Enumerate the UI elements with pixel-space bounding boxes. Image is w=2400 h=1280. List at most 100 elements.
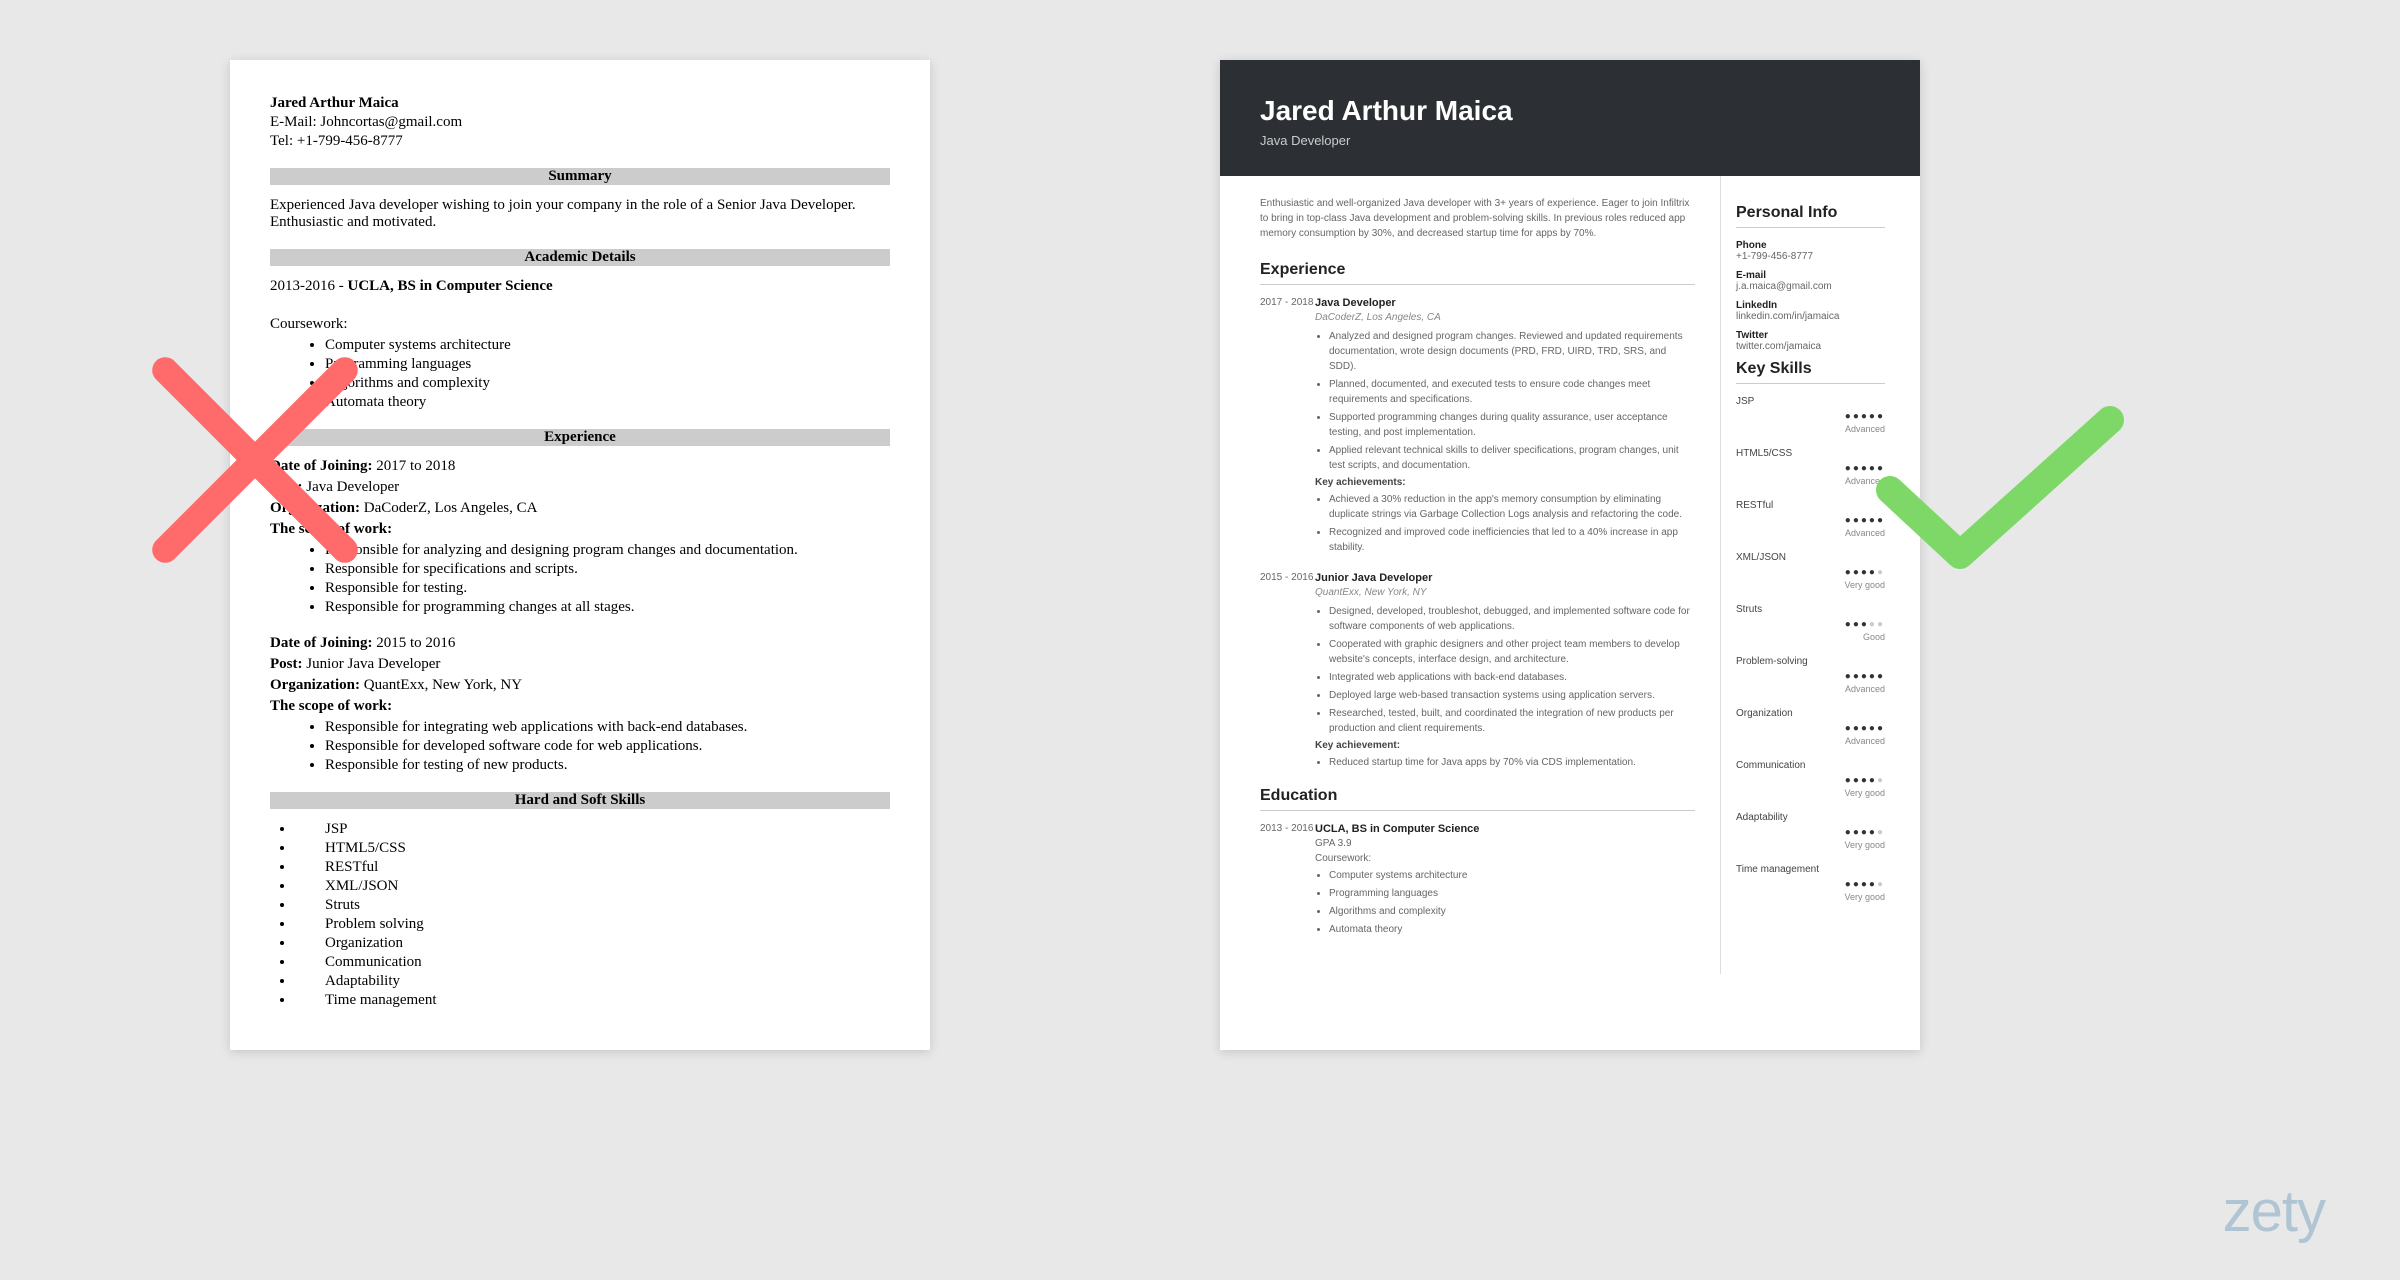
list-item: Programming languages: [1329, 886, 1695, 901]
skill-level: Advanced: [1736, 736, 1885, 746]
list-item: Programming languages: [325, 356, 890, 373]
list-item: Integrated web applications with back-en…: [1329, 670, 1695, 685]
skill-name: Organization: [1736, 708, 1885, 719]
info-value: +1-799-456-8777: [1736, 251, 1885, 262]
list-item: Cooperated with graphic designers and ot…: [1329, 637, 1695, 667]
info-value: j.a.maica@gmail.com: [1736, 281, 1885, 292]
edu-degree: UCLA, BS in Computer Science: [1315, 823, 1695, 835]
skill-item: Adaptability●●●●●Very good: [1736, 812, 1885, 850]
name: Jared Arthur Maica: [270, 95, 890, 112]
key-achievements: Reduced startup time for Java apps by 70…: [1329, 755, 1695, 770]
personal-info-heading: Personal Info: [1736, 204, 1885, 228]
list-item: Supported programming changes during qua…: [1329, 410, 1695, 440]
list-item: Applied relevant technical skills to del…: [1329, 443, 1695, 473]
list-item: Computer systems architecture: [1329, 868, 1695, 883]
edu-cw-label: Coursework:: [1315, 853, 1695, 864]
job-title: Junior Java Developer: [1315, 572, 1695, 584]
skill-dots: ●●●●●: [1736, 879, 1885, 890]
job1-org: Organization: DaCoderZ, Los Angeles, CA: [270, 500, 890, 517]
job1-bullets: Responsible for analyzing and designing …: [325, 542, 890, 616]
job2-org: Organization: QuantExx, New York, NY: [270, 677, 890, 694]
skill-name: Struts: [1736, 604, 1885, 615]
job-dates: 2017 - 2018: [1260, 297, 1315, 558]
education-entry: 2013 - 2016 UCLA, BS in Computer Science…: [1260, 823, 1695, 940]
list-item: Responsible for integrating web applicat…: [325, 719, 890, 736]
skill-dots: ●●●●●: [1736, 827, 1885, 838]
skills-list: JSPHTML5/CSSRESTfulXML/JSONStrutsProblem…: [295, 821, 890, 1009]
list-item: Achieved a 30% reduction in the app's me…: [1329, 492, 1695, 522]
job-entry: 2017 - 2018Java Developer DaCoderZ, Los A…: [1260, 297, 1695, 558]
resume-good: Jared Arthur Maica Java Developer Enthus…: [1220, 60, 1920, 1050]
list-item: Responsible for developed software code …: [325, 738, 890, 755]
list-item: Automata theory: [1329, 922, 1695, 937]
skill-item: Time management ●●●●● Very good: [1736, 864, 1885, 902]
coursework-list: Computer systems architecture Programming…: [325, 337, 890, 411]
edu-gpa: GPA 3.9: [1315, 838, 1695, 849]
list-item: Responsible for analyzing and designing …: [325, 542, 890, 559]
list-item: Responsible for testing.: [325, 580, 890, 597]
job-bullets: Designed, developed, troubleshot, debugg…: [1329, 604, 1695, 736]
job2-post: Post: Junior Java Developer: [270, 656, 890, 673]
info-label: LinkedIn: [1736, 300, 1885, 311]
main-column: Enthusiastic and well-organized Java dev…: [1220, 176, 1720, 974]
job2-bullets: Responsible for integrating web applicat…: [325, 719, 890, 774]
info-label: Phone: [1736, 240, 1885, 251]
education-heading: Education: [1260, 787, 1695, 811]
skill-level: Good: [1736, 632, 1885, 642]
skill-item: Communication●●●●●Very good: [1736, 760, 1885, 798]
zety-logo: zety: [2223, 1178, 2325, 1245]
job-entry: 2015 - 2016Junior Java DeveloperQuantExx…: [1260, 572, 1695, 773]
skills-heading: Hard and Soft Skills: [270, 792, 890, 809]
list-item: Researched, tested, built, and coordinat…: [1329, 706, 1695, 736]
key-achievements-label: Key achievement:: [1315, 740, 1695, 751]
key-achievements: Achieved a 30% reduction in the app's me…: [1329, 492, 1695, 555]
job-dates: 2015 - 2016: [1260, 572, 1315, 773]
skill-dots: ●●●●●: [1736, 671, 1885, 682]
list-item: Computer systems architecture: [325, 337, 890, 354]
list-item: Organization: [295, 935, 890, 952]
job-title: Java Developer: [1315, 297, 1695, 309]
list-item: Deployed large web-based transaction sys…: [1329, 688, 1695, 703]
skill-level: Advanced: [1736, 684, 1885, 694]
skill-name: Communication: [1736, 760, 1885, 771]
list-item: Responsible for specifications and scrip…: [325, 561, 890, 578]
name: Jared Arthur Maica: [1260, 95, 1880, 127]
skill-dots: ●●●●●: [1736, 619, 1885, 630]
list-item: Algorithms and complexity: [325, 375, 890, 392]
key-achievements-label: Key achievements:: [1315, 477, 1695, 488]
list-item: Responsible for testing of new products.: [325, 757, 890, 774]
list-item: Designed, developed, troubleshot, debugg…: [1329, 604, 1695, 634]
academic-line: 2013-2016 - UCLA, BS in Computer Science: [270, 278, 890, 295]
job-company: DaCoderZ, Los Angeles, CA: [1315, 312, 1695, 323]
list-item: Adaptability: [295, 973, 890, 990]
header: Jared Arthur Maica Java Developer: [1220, 60, 1920, 176]
list-item: Algorithms and complexity: [1329, 904, 1695, 919]
list-item: Reduced startup time for Java apps by 70…: [1329, 755, 1695, 770]
info-value: linkedin.com/in/jamaica: [1736, 311, 1885, 322]
edu-dates: 2013 - 2016: [1260, 823, 1315, 940]
list-item: Responsible for programming changes at a…: [325, 599, 890, 616]
skill-item: Struts ●●●●● Good: [1736, 604, 1885, 642]
list-item: XML/JSON: [295, 878, 890, 895]
summary-text: Experienced Java developer wishing to jo…: [270, 197, 890, 231]
info-label: Twitter: [1736, 330, 1885, 341]
skill-name: Time management: [1736, 864, 1885, 875]
list-item: Automata theory: [325, 394, 890, 411]
skill-level: Very good: [1736, 892, 1885, 902]
list-item: Planned, documented, and executed tests …: [1329, 377, 1695, 407]
experience-heading: Experience: [1260, 261, 1695, 285]
job2-doj: Date of Joining: 2015 to 2016: [270, 635, 890, 652]
job1-post: Post: Java Developer: [270, 479, 890, 496]
skill-dots: ●●●●●: [1736, 775, 1885, 786]
title: Java Developer: [1260, 133, 1880, 148]
skill-item: Problem-solving●●●●●Advanced: [1736, 656, 1885, 694]
coursework-label: Coursework:: [270, 316, 890, 333]
check-mark-icon: [1860, 390, 2140, 595]
list-item: Problem solving: [295, 916, 890, 933]
email: E-Mail: Johncortas@gmail.com: [270, 114, 890, 131]
summary: Enthusiastic and well-organized Java dev…: [1260, 196, 1695, 241]
edu-coursework: Computer systems architecture Programming…: [1329, 868, 1695, 937]
list-item: JSP: [295, 821, 890, 838]
skill-name: Adaptability: [1736, 812, 1885, 823]
summary-heading: Summary: [270, 168, 890, 185]
